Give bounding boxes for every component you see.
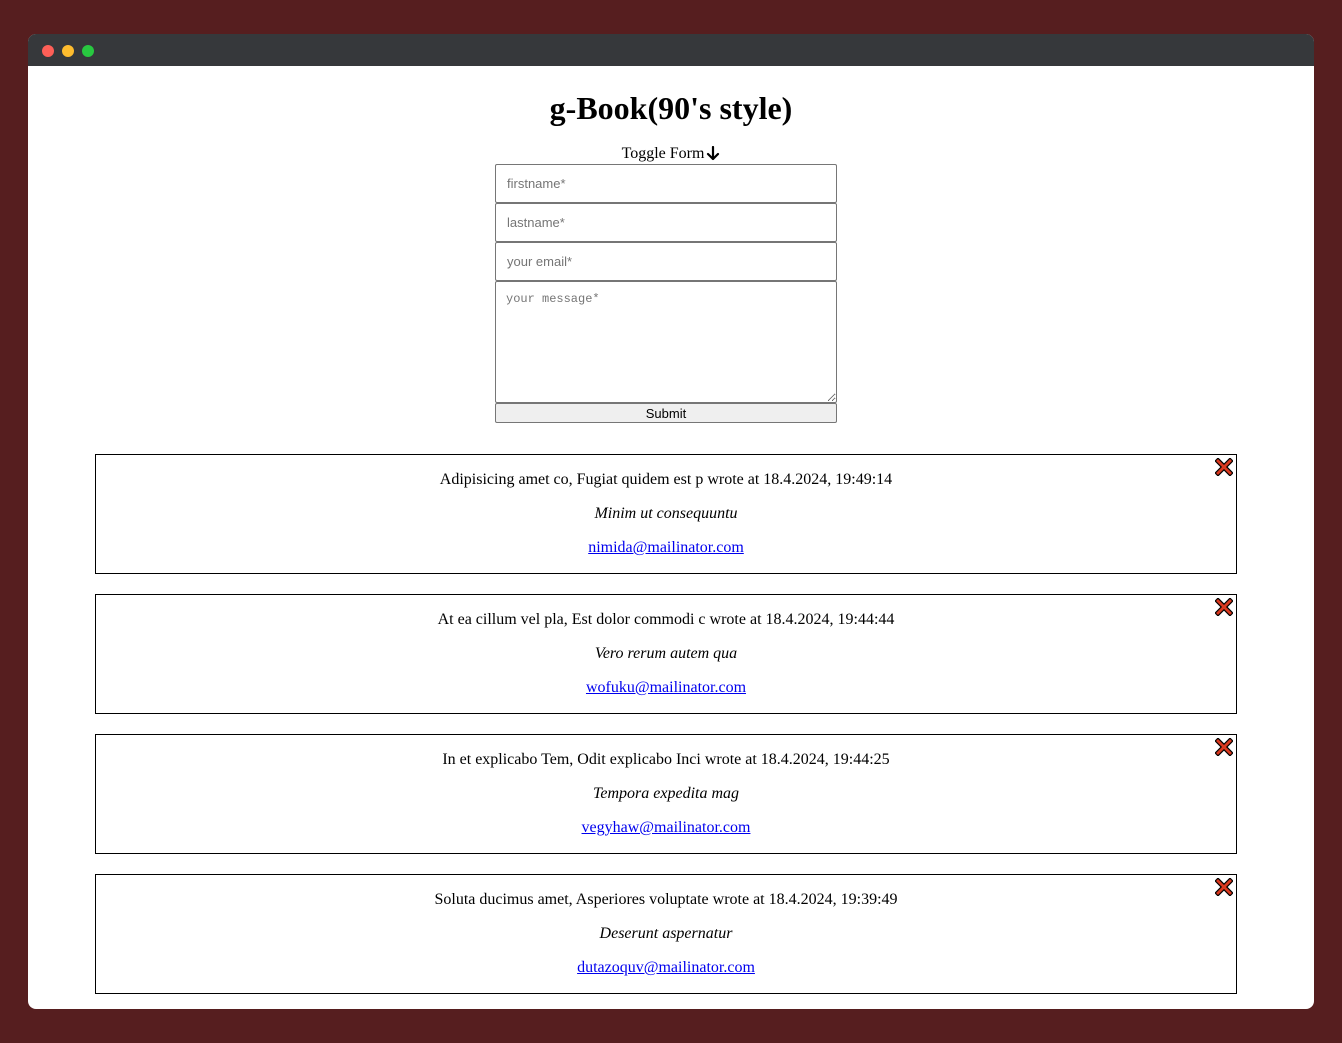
close-x-icon	[1214, 737, 1234, 757]
toggle-form-button[interactable]: Toggle Form	[28, 145, 1314, 163]
toggle-form-label: Toggle Form	[621, 145, 705, 162]
lastname-input[interactable]	[495, 203, 837, 242]
entry-message: Vero rerum autem qua	[594, 645, 738, 662]
minimize-window-dot[interactable]	[62, 45, 74, 57]
guestbook-entry: In et explicabo Tem, Odit explicabo Inci…	[95, 734, 1237, 854]
guestbook-entry: At ea cillum vel pla, Est dolor commodi …	[95, 594, 1237, 714]
email-input[interactable]	[495, 242, 837, 281]
entry-email-link[interactable]: vegyhaw@mailinator.com	[582, 819, 751, 836]
message-textarea[interactable]	[495, 281, 837, 403]
guestbook-entry: Soluta ducimus amet, Asperiores voluptat…	[95, 874, 1237, 994]
entry-email-link[interactable]: wofuku@mailinator.com	[586, 679, 746, 696]
guestbook-entry: Adipisicing amet co, Fugiat quidem est p…	[95, 454, 1237, 574]
close-x-icon	[1214, 877, 1234, 897]
entry-message: Minim ut consequuntu	[594, 505, 738, 522]
page-content: g-Book(90's style) Toggle Form Submit Ad…	[28, 66, 1314, 1009]
page-title: g-Book(90's style)	[549, 90, 793, 126]
maximize-window-dot[interactable]	[82, 45, 94, 57]
delete-entry-button[interactable]	[1214, 877, 1234, 897]
close-x-icon	[1214, 457, 1234, 477]
delete-entry-button[interactable]	[1214, 737, 1234, 757]
entry-header: In et explicabo Tem, Odit explicabo Inci…	[442, 751, 890, 768]
close-x-icon	[1214, 597, 1234, 617]
arrow-down-icon	[704, 145, 720, 162]
close-window-dot[interactable]	[42, 45, 54, 57]
browser-window: g-Book(90's style) Toggle Form Submit Ad…	[28, 34, 1314, 1009]
entry-message: Tempora expedita mag	[592, 785, 740, 802]
entry-email-link[interactable]: dutazoquv@mailinator.com	[577, 959, 755, 976]
entry-header: Soluta ducimus amet, Asperiores voluptat…	[434, 891, 898, 908]
guestbook-form: Submit	[495, 164, 837, 423]
window-titlebar	[28, 34, 1314, 66]
firstname-input[interactable]	[495, 164, 837, 203]
delete-entry-button[interactable]	[1214, 597, 1234, 617]
entry-message: Deserunt aspernatur	[599, 925, 733, 942]
submit-button[interactable]: Submit	[495, 403, 837, 423]
entry-header: Adipisicing amet co, Fugiat quidem est p…	[439, 471, 893, 488]
delete-entry-button[interactable]	[1214, 457, 1234, 477]
entry-email-link[interactable]: nimida@mailinator.com	[588, 539, 744, 556]
entry-header: At ea cillum vel pla, Est dolor commodi …	[437, 611, 895, 628]
